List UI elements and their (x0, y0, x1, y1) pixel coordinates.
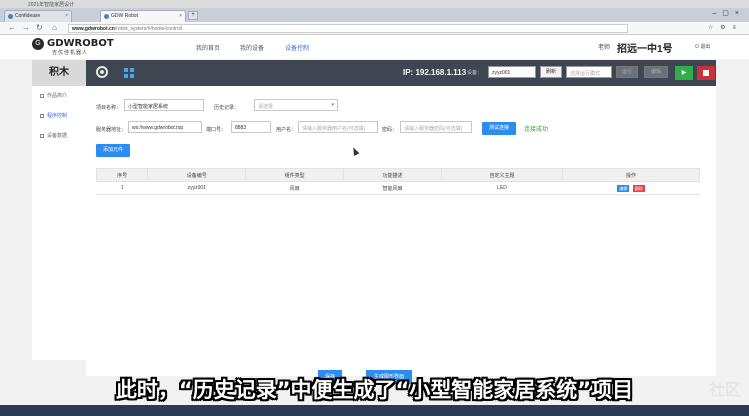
cell-desc: 智能风扇 (343, 181, 442, 195)
username-input[interactable]: 请输入服务器用户名(可选填) (298, 121, 378, 133)
ip-address: IP: 192.168.1.113 (403, 68, 467, 77)
url-input[interactable]: www.gdwrobot.cn/robot_system/#/home/cont… (68, 24, 628, 33)
logout-button[interactable]: ⏻ 退出 (695, 43, 710, 50)
camera-icon[interactable] (96, 66, 108, 78)
os-title-bar: 2021年智能家居设计 (0, 0, 749, 8)
nav-home[interactable]: 我的首页 (196, 43, 220, 52)
user-name: 招远一中1号 (617, 44, 673, 55)
control-toolbar: IP: 192.168.1.113 设备： zyyz001 刷新 选择运行模式 … (86, 60, 716, 86)
address-bar: ← → ↻ ⌂ www.gdwrobot.cn/robot_system/#/h… (0, 22, 749, 35)
logo-subtitle: 吉优佳机器人 (52, 50, 89, 56)
cell-index: 1 (96, 181, 148, 195)
server-input[interactable]: ws://www.gdwrobot.top (128, 121, 202, 133)
reload-icon[interactable]: ↻ (36, 23, 43, 32)
cell-type: 风扇 (245, 181, 344, 195)
home-icon[interactable]: ⌂ (52, 23, 57, 32)
col-type: 组件类型 (245, 168, 345, 182)
mouse-cursor-icon (350, 146, 360, 156)
url-host: www.gdwrobot.cn (72, 26, 115, 32)
col-index: 序号 (95, 168, 149, 182)
tab-gdw-robot[interactable]: GDW Robot × (100, 10, 186, 22)
port-label: 端口号： (206, 127, 227, 133)
col-desc: 功能描述 (343, 168, 442, 182)
server-label: 服务器地址： (96, 127, 127, 133)
sidebar-item-label: 设备数据 (47, 133, 68, 139)
tab-confidease[interactable]: Confidease × (4, 10, 72, 22)
cell-actions: 编辑 删除 (562, 181, 700, 195)
nav-device-control[interactable]: 设备控制 (285, 43, 309, 52)
add-component-button[interactable]: 添加元件 (96, 144, 130, 157)
new-tab-button[interactable]: + (188, 11, 198, 20)
chart-icon (40, 133, 44, 138)
main-content: 项目名称： 小型智能家居系统 历史记录： 请选择 服务器地址： ws://www… (86, 86, 716, 384)
device-label: 设备： (467, 70, 483, 76)
page-favicon-icon (8, 14, 13, 19)
app-header: G GDWROBOT 吉优佳机器人 我的首页 我的设备 设备控制 老师 招远一中… (0, 35, 749, 59)
sidebar-item-intro[interactable]: 作品简介 (32, 86, 86, 106)
url-path: /robot_system/#/home/controll (114, 26, 182, 32)
table-header-row: 序号 设备编号 组件类型 功能描述 自定义主题 操作 (95, 168, 700, 182)
os-title-text: 2021年智能家居设计 (28, 2, 75, 8)
delete-button[interactable]: 删除 (632, 184, 645, 192)
port-input[interactable]: 8883 (231, 121, 271, 133)
sidebar-item-program[interactable]: 程序控制 (32, 106, 86, 126)
components-table: 序号 设备编号 组件类型 功能描述 自定义主题 操作 1 zyyz001 风扇 … (95, 168, 700, 195)
close-icon[interactable]: × (179, 13, 182, 19)
project-name-label: 项目名称： (96, 105, 122, 111)
history-select[interactable]: 请选择 (254, 99, 338, 111)
tab-label: Confidease (15, 13, 41, 19)
col-device: 设备编号 (147, 168, 247, 182)
password-label: 密码： (382, 127, 398, 133)
code-icon (40, 113, 44, 118)
project-name-input[interactable]: 小型智能家居系统 (124, 99, 204, 111)
page-favicon-icon (104, 14, 109, 19)
window-controls[interactable]: –▢× (712, 9, 745, 17)
left-sidebar: 积木 作品简介 程序控制 设备数据 (32, 60, 86, 360)
sidebar-title: 积木 (32, 60, 86, 86)
browser-action-icons[interactable]: ☆⚙≡ (708, 24, 743, 31)
robot-logo-icon: G (32, 38, 44, 50)
sidebar-item-label: 作品简介 (47, 93, 68, 99)
password-input[interactable]: 请输入服务器密码(可选填) (400, 121, 472, 133)
username-label: 用户名： (276, 127, 297, 133)
user-role-label: 老师 (598, 45, 611, 51)
logout-label: 退出 (700, 44, 711, 50)
test-connection-button[interactable]: 测试连接 (482, 122, 516, 135)
refresh-button[interactable]: 刷新 (540, 66, 562, 78)
device-select[interactable]: zyyz001 (488, 66, 536, 78)
col-topic: 自定义主题 (440, 168, 564, 182)
nav-my-devices[interactable]: 我的设备 (240, 43, 264, 52)
grid-layout-icon[interactable] (124, 68, 134, 78)
sidebar-item-label: 程序控制 (47, 113, 68, 119)
forward-arrow-icon[interactable]: → (22, 23, 30, 32)
logo-text: GDWROBOT (47, 38, 114, 49)
video-subtitle: 此时，“历史记录”中便生成了“小型智能家居系统”项目 (115, 378, 634, 402)
edit-mode-button[interactable]: 编辑 (644, 66, 668, 78)
cell-device: zyyz001 (147, 181, 246, 195)
cell-topic: LED (441, 181, 563, 195)
mode-select[interactable]: 选择运行模式 (566, 66, 612, 78)
os-taskbar (0, 405, 749, 416)
table-row: 1 zyyz001 风扇 智能风扇 LED 编辑 删除 (96, 181, 700, 195)
col-actions: 操作 (562, 168, 700, 182)
history-label: 历史记录： (214, 105, 240, 111)
stop-icon[interactable] (697, 66, 715, 80)
watermark: 社区 (708, 382, 741, 399)
play-icon[interactable]: ▶ (675, 66, 693, 80)
run-mode-button[interactable]: 运行 (616, 66, 638, 78)
tab-label: GDW Robot (111, 13, 138, 19)
close-icon[interactable]: × (65, 13, 68, 19)
sidebar-item-data[interactable]: 设备数据 (32, 126, 86, 146)
edit-button[interactable]: 编辑 (617, 184, 630, 192)
back-arrow-icon[interactable]: ← (8, 23, 16, 32)
connection-status: 连接成功 (524, 127, 549, 133)
browser-tab-bar: Confidease × GDW Robot × + –▢× (0, 8, 749, 22)
document-icon (40, 93, 44, 98)
